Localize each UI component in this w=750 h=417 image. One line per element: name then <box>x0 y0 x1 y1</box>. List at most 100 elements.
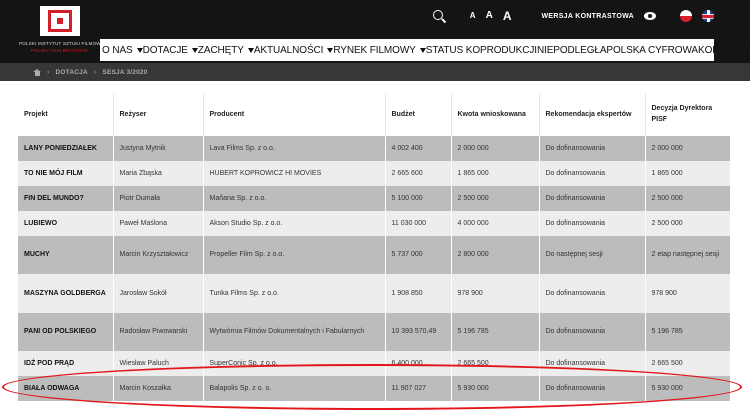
table-cell: 1 865 000 <box>645 161 730 186</box>
table-cell: 5 100 000 <box>385 186 452 211</box>
table-cell: 11 030 000 <box>385 211 452 236</box>
table-row: TO NIE MÓJ FILM Maria Zbąska HUBERT KOPR… <box>18 161 730 186</box>
nav-label: STATUS KOPRODUKCJI <box>425 44 537 56</box>
table-header-row: Projekt Reżyser Producent Budżet Kwota w… <box>18 94 730 136</box>
table-cell: Do dofinansowania <box>539 211 646 236</box>
table-cell: Do dofinansowania <box>539 186 646 211</box>
breadcrumb-dotacja[interactable]: DOTACJA <box>56 69 88 76</box>
table-cell: LANY PONIEDZIAŁEK <box>18 136 114 161</box>
nav-item-zachety[interactable]: ZACHĘTY <box>198 45 254 56</box>
font-size-medium-button[interactable]: A <box>486 11 493 21</box>
table-cell: Piotr Dumała <box>113 186 204 211</box>
table-cell: 2 800 000 <box>451 236 540 274</box>
nav-label: RYNEK FILMOWY <box>333 44 416 56</box>
table-cell: Mañana Sp. z o.o. <box>203 186 386 211</box>
column-header: Budżet <box>385 94 452 136</box>
nav-label: KORONAWIRUS <box>698 44 750 56</box>
table-row: LUBIEWO Paweł Maślona Akson Studio Sp. z… <box>18 211 730 236</box>
table-cell: 2 000 000 <box>451 136 540 161</box>
table-cell: 5 196 785 <box>645 313 730 351</box>
table-cell: 4 000 000 <box>451 211 540 236</box>
table-cell: 978 900 <box>645 274 730 313</box>
table-cell: Radosław Piwowarski <box>113 313 204 351</box>
breadcrumb-sesja: SESJA 3/2020 <box>102 68 148 76</box>
nav-label: AKTUALNOŚCI <box>253 44 324 56</box>
nav-item-niepodlegla[interactable]: NIEPODLEGŁA <box>537 45 607 56</box>
logo-subtext: POLISH FILM INSTITUTE <box>31 48 88 53</box>
table-row: IDŹ POD PRĄD Wiesław Paluch SuperConic S… <box>18 351 730 376</box>
column-header: Kwota wnioskowana <box>451 94 540 136</box>
table-cell: Do dofinansowania <box>539 351 646 376</box>
logo-frame <box>48 10 72 32</box>
nav-label: ZACHĘTY <box>197 44 244 56</box>
search-icon[interactable] <box>432 9 446 23</box>
table-cell: Do dofinansowania <box>539 274 646 313</box>
table-cell: Tunka Films Sp. z o.o. <box>203 274 386 313</box>
breadcrumb: › DOTACJA › SESJA 3/2020 <box>0 63 750 81</box>
table-cell: 2 000 000 <box>645 136 730 161</box>
font-size-small-button[interactable]: A <box>470 12 476 20</box>
nav-item-status-koprodukcji[interactable]: STATUS KOPRODUKCJI <box>426 45 537 56</box>
table-cell: 2 500 000 <box>645 211 730 236</box>
table-row: LANY PONIEDZIAŁEK Justyna Mytnik Lava Fi… <box>18 136 730 161</box>
table-cell: FIN DEL MUNDO? <box>18 186 114 211</box>
nav-item-polska-cyfrowa[interactable]: POLSKA CYFROWA <box>606 45 698 56</box>
results-table: Projekt Reżyser Producent Budżet Kwota w… <box>18 94 730 401</box>
table-cell: 6 400 000 <box>385 351 452 376</box>
contrast-version-link[interactable]: WERSJA KONTRASTOWA <box>541 13 634 20</box>
table-cell: 1 865 000 <box>451 161 540 186</box>
pisf-logo[interactable] <box>40 6 80 36</box>
table-cell: Do dofinansowania <box>539 136 646 161</box>
table-cell: IDŹ POD PRĄD <box>18 351 114 376</box>
table-cell: 2 500 000 <box>451 186 540 211</box>
home-icon[interactable] <box>33 68 41 76</box>
results-table-wrapper: Projekt Reżyser Producent Budżet Kwota w… <box>18 94 730 401</box>
column-header: Rekomendacja ekspertów <box>539 94 646 136</box>
nav-label: O NAS <box>102 44 133 56</box>
nav-item-dotacje[interactable]: DOTACJE <box>143 45 198 56</box>
table-cell: Akson Studio Sp. z o.o. <box>203 211 386 236</box>
table-cell: Maria Zbąska <box>113 161 204 186</box>
table-cell: PANI OD POLSKIEGO <box>18 313 114 351</box>
table-cell: LUBIEWO <box>18 211 114 236</box>
table-cell: Propeller Film Sp. z o.o. <box>203 236 386 274</box>
nav-item-rynek-filmowy[interactable]: RYNEK FILMOWY <box>333 44 426 56</box>
table-cell: 1 908 850 <box>385 274 452 313</box>
table-cell: 4 002 400 <box>385 136 452 161</box>
nav-item-koronawirus[interactable]: KORONAWIRUS <box>698 45 750 56</box>
eye-icon[interactable] <box>644 11 658 21</box>
nav-item-o-nas[interactable]: O NAS <box>102 45 143 56</box>
table-cell: Marcin Koszałka <box>113 376 204 401</box>
table-cell: Paweł Maślona <box>113 211 204 236</box>
table-cell: 5 737 000 <box>385 236 452 274</box>
table-cell: Balapolis Sp. z o. o. <box>203 376 386 401</box>
table-cell: Jarosław Sokół <box>113 274 204 313</box>
english-flag-icon[interactable] <box>702 10 714 22</box>
polish-flag-icon[interactable] <box>680 10 692 22</box>
table-row: BIAŁA ODWAGA Marcin Koszałka Balapolis S… <box>18 376 730 401</box>
breadcrumb-separator: › <box>47 68 50 76</box>
table-row: FIN DEL MUNDO? Piotr Dumała Mañana Sp. z… <box>18 186 730 211</box>
table-cell: Do dofinansowania <box>539 161 646 186</box>
table-cell: 2 665 500 <box>451 351 540 376</box>
table-cell: 5 196 785 <box>451 313 540 351</box>
font-size-large-button[interactable]: A <box>503 10 512 22</box>
column-header: Reżyser <box>113 94 204 136</box>
table-cell: Lava Films Sp. z o.o. <box>203 136 386 161</box>
table-cell: 2 665 500 <box>645 351 730 376</box>
table-cell: Do dofinansowania <box>539 313 646 351</box>
table-cell: Wiesław Paluch <box>113 351 204 376</box>
logo-text: POLSKI INSTYTUT SZTUKI FILMOWEJ <box>19 41 107 46</box>
nav-item-aktualnosci[interactable]: AKTUALNOŚCI <box>253 44 334 56</box>
table-cell: TO NIE MÓJ FILM <box>18 161 114 186</box>
table-row: PANI OD POLSKIEGO Radosław Piwowarski Wy… <box>18 313 730 351</box>
table-cell: Do dofinansowania <box>539 376 646 401</box>
table-cell: 10 393 570,49 <box>385 313 452 351</box>
table-cell: 5 930 000 <box>645 376 730 401</box>
breadcrumb-separator: › <box>93 68 97 76</box>
table-cell: 2 etap następnej sesji <box>645 236 730 274</box>
table-cell: MASZYNA GOLDBERGA <box>18 274 114 313</box>
table-cell: MUCHY <box>18 236 114 274</box>
table-cell: 5 930 000 <box>451 376 540 401</box>
table-cell: Justyna Mytnik <box>113 136 204 161</box>
